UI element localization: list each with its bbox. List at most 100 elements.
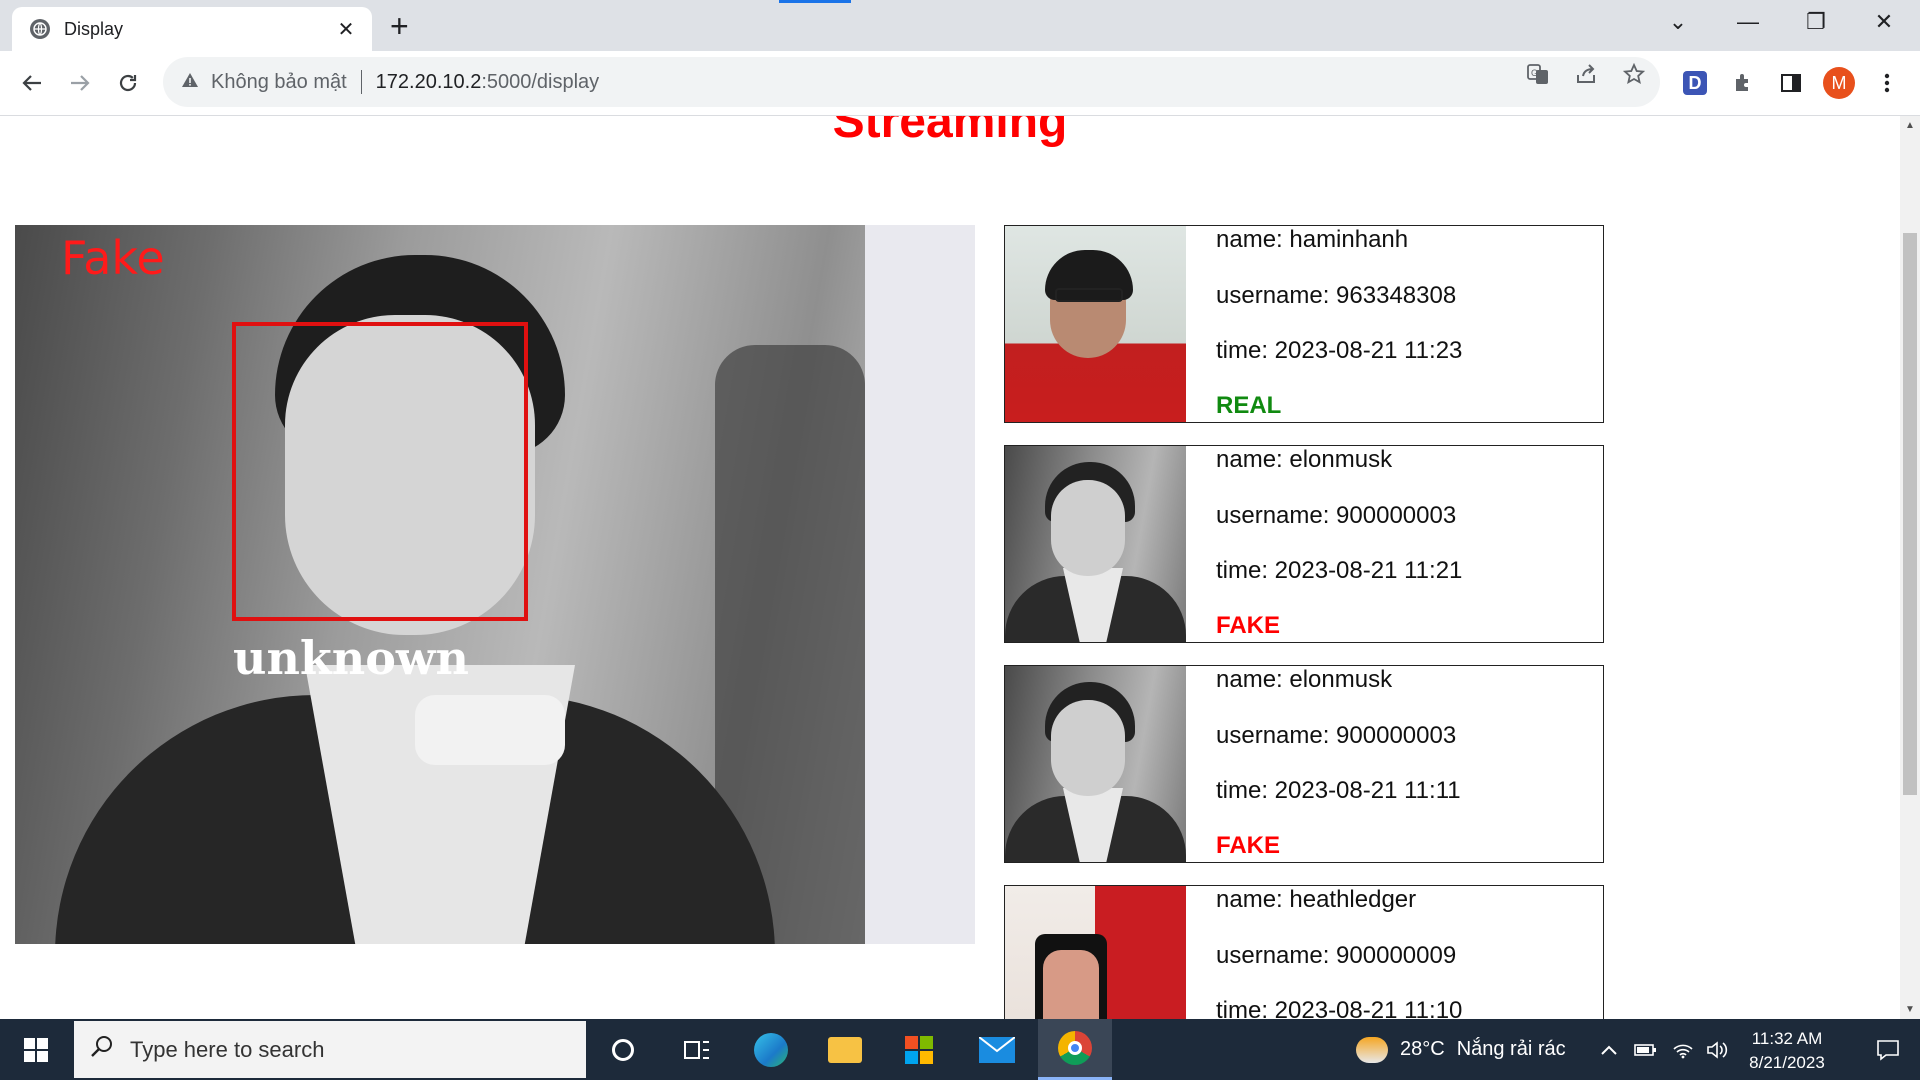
reload-icon [119, 74, 137, 92]
log-info: name: haminhanh username: 963348308 time… [1186, 226, 1603, 422]
weather-temperature: 28°C [1400, 1038, 1445, 1060]
minimize-button[interactable]: — [1720, 6, 1776, 38]
identity-label: unknown [233, 631, 469, 685]
store-icon [905, 1035, 933, 1064]
task-view-icon [684, 1040, 709, 1059]
forward-arrow-icon [71, 75, 90, 91]
folder-icon [828, 1036, 862, 1063]
log-username: username: 900000003 [1216, 722, 1457, 749]
log-card: name: heathledger username: 900000009 ti… [1004, 885, 1604, 1019]
page-viewport: Streaming Fake unknown name: haminhanh u… [0, 116, 1900, 1019]
mail-icon [979, 1036, 1015, 1063]
weather-partly-sunny-icon [1356, 1036, 1388, 1063]
volume-icon[interactable] [1706, 1019, 1728, 1080]
task-view-button[interactable] [660, 1019, 734, 1080]
log-card: name: elonmusk username: 900000003 time:… [1004, 445, 1604, 643]
log-time: time: 2023-08-21 11:11 [1216, 777, 1461, 804]
log-thumbnail [1005, 226, 1186, 422]
log-time: time: 2023-08-21 11:21 [1216, 557, 1463, 584]
scroll-down-arrow-icon[interactable]: ▼ [1900, 1004, 1920, 1015]
menu-kebab-icon[interactable] [1871, 65, 1903, 101]
search-placeholder: Type here to search [130, 1036, 325, 1062]
log-name: name: elonmusk [1216, 666, 1393, 693]
taskbar-search-box[interactable]: Type here to search [74, 1021, 586, 1078]
video-subject-bowtie [415, 695, 565, 765]
search-icon [90, 1034, 114, 1065]
warning-icon[interactable] [181, 71, 199, 94]
browser-toolbar: Không bảo mật 172.20.10.2:5000/display G… [0, 51, 1920, 116]
log-thumbnail [1005, 446, 1186, 642]
log-username: username: 900000009 [1216, 942, 1457, 969]
log-info: name: elonmusk username: 900000003 time:… [1186, 666, 1603, 862]
tab-search-dropdown-icon[interactable]: ⌄ [1650, 6, 1706, 38]
spoof-status-label: Fake [61, 231, 165, 285]
log-username: username: 963348308 [1216, 282, 1457, 309]
video-background-wall [865, 225, 975, 944]
wifi-icon[interactable] [1672, 1019, 1694, 1080]
scrollbar-thumb[interactable] [1903, 233, 1917, 795]
page-title: Streaming [832, 116, 1068, 148]
log-name: name: haminhanh [1216, 226, 1409, 253]
browser-tab[interactable]: Display ✕ [12, 7, 372, 51]
store-app-button[interactable] [882, 1019, 956, 1080]
log-status-badge: FAKE [1216, 612, 1281, 639]
extension-d-icon[interactable]: D [1679, 65, 1711, 101]
log-card: name: elonmusk username: 900000003 time:… [1004, 665, 1604, 863]
face-detection-box [232, 322, 528, 621]
start-button[interactable] [0, 1019, 72, 1080]
windows-logo-icon [24, 1037, 48, 1062]
new-tab-button[interactable]: + [390, 8, 409, 44]
log-username: username: 900000003 [1216, 502, 1457, 529]
share-icon[interactable] [1572, 63, 1600, 91]
url-host: 172.20.10.2 [375, 70, 482, 93]
tab-title: Display [64, 18, 124, 39]
forward-button[interactable] [62, 65, 98, 101]
clock-date: 8/21/2023 [1749, 1053, 1825, 1072]
back-button[interactable] [14, 65, 50, 101]
restore-button[interactable]: ❐ [1788, 6, 1844, 38]
address-bar[interactable]: Không bảo mật 172.20.10.2:5000/display [163, 57, 1660, 107]
side-panel-icon[interactable] [1775, 65, 1807, 101]
system-clock[interactable]: 11:32 AM 8/21/2023 [1736, 1027, 1838, 1075]
tab-accent-bar [779, 0, 851, 3]
edge-icon [754, 1032, 788, 1067]
page-scrollbar[interactable]: ▲ ▼ [1900, 116, 1920, 1019]
svg-text:G: G [1531, 68, 1538, 78]
cortana-button[interactable] [586, 1019, 660, 1080]
translate-icon[interactable]: G [1524, 63, 1552, 91]
insecure-label[interactable]: Không bảo mật [211, 71, 347, 94]
edge-app-button[interactable] [734, 1019, 808, 1080]
log-info: name: elonmusk username: 900000003 time:… [1186, 446, 1603, 642]
mail-app-button[interactable] [960, 1019, 1034, 1080]
weather-widget[interactable]: 28°C Nắng rải rác [1356, 1019, 1566, 1080]
chrome-app-button[interactable] [1038, 1019, 1112, 1080]
detection-log-list: name: haminhanh username: 963348308 time… [1004, 225, 1604, 1019]
log-name: name: heathledger [1216, 886, 1417, 913]
scroll-up-arrow-icon[interactable]: ▲ [1900, 120, 1920, 131]
windows-taskbar: Type here to search 28°C Nắng rải rác 11… [0, 1019, 1920, 1080]
url-path: :5000/display [481, 70, 600, 93]
bookmark-star-icon[interactable] [1620, 62, 1648, 91]
cortana-circle-icon [612, 1038, 634, 1061]
log-thumbnail [1005, 666, 1186, 862]
log-time: time: 2023-08-21 11:10 [1216, 997, 1463, 1019]
log-card: name: haminhanh username: 963348308 time… [1004, 225, 1604, 423]
notification-center-button[interactable] [1856, 1019, 1920, 1080]
log-time: time: 2023-08-21 11:23 [1216, 337, 1463, 364]
omnibox-separator [360, 70, 362, 94]
file-explorer-button[interactable] [808, 1019, 882, 1080]
log-thumbnail [1005, 886, 1186, 1019]
reload-button[interactable] [110, 65, 146, 101]
globe-icon [30, 19, 50, 39]
weather-description: Nắng rải rác [1456, 1038, 1566, 1060]
profile-avatar[interactable]: M [1823, 65, 1855, 101]
clock-time: 11:32 AM [1751, 1029, 1823, 1048]
extensions-puzzle-icon[interactable] [1727, 65, 1759, 101]
back-arrow-icon [22, 75, 41, 91]
window-close-button[interactable]: ✕ [1856, 6, 1912, 38]
chrome-icon [1058, 1031, 1092, 1065]
tray-overflow-chevron-icon[interactable] [1600, 1019, 1618, 1080]
tab-close-icon[interactable]: ✕ [334, 17, 358, 42]
tab-strip: Display ✕ + ⌄ — ❐ ✕ [0, 0, 1920, 51]
battery-icon[interactable] [1634, 1019, 1658, 1080]
